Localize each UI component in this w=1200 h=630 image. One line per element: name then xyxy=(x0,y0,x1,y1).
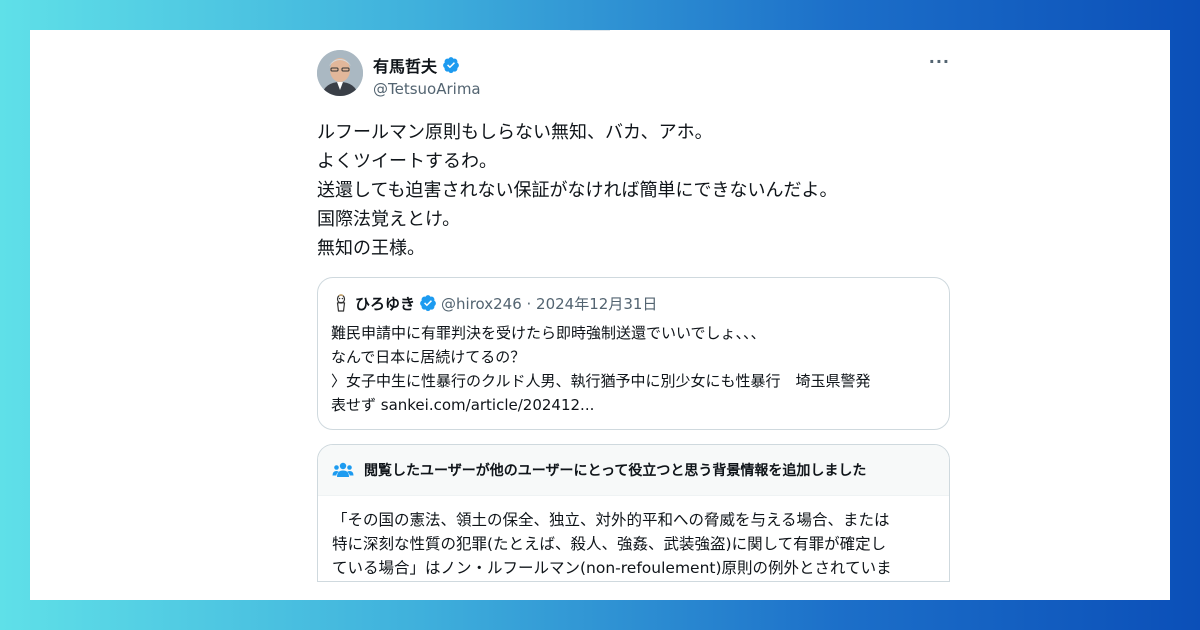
quoted-author-name[interactable]: ひろゆき xyxy=(355,293,415,314)
note-text-line: 「その国の憲法、領土の保全、独立、対外的平和への脅威を与える場合、または xyxy=(332,511,890,529)
note-text-line: ている場合」はノン・ルフールマン(non-refoulement)原則の例外とさ… xyxy=(332,559,892,577)
author-handle[interactable]: @TetsuoArima xyxy=(373,80,481,98)
tweet-text-line: 送還しても迫害されない保証がなければ簡単にできないんだよ。 xyxy=(317,180,838,201)
tweet: 有馬哲夫 @TetsuoArima ··· ルフールマン原則もしらない無知、バカ… xyxy=(317,50,950,582)
quoted-tweet-header: ひろゆき @hirox246 · 2024年12月31日 xyxy=(331,291,936,315)
tweet-text-line: 無知の王様。 xyxy=(317,238,425,259)
more-options-icon[interactable]: ··· xyxy=(929,52,950,71)
quoted-text-line: 表せず sankei.com/article/202412... xyxy=(331,396,595,414)
screenshot-card: 有馬哲夫 @TetsuoArima ··· ルフールマン原則もしらない無知、バカ… xyxy=(30,30,1170,600)
community-note[interactable]: 閲覧したユーザーが他のユーザーにとって役立つと思う背景情報を追加しました 「その… xyxy=(317,444,950,582)
quoted-tweet-meta[interactable]: @hirox246 · 2024年12月31日 xyxy=(441,293,657,314)
quoted-tweet[interactable]: ひろゆき @hirox246 · 2024年12月31日 難民申請中に有罪判決を… xyxy=(317,277,950,430)
tweet-text-line: 国際法覚えとけ。 xyxy=(317,209,461,230)
tweet-text-line: ルフールマン原則もしらない無知、バカ、アホ。 xyxy=(317,122,713,143)
quoted-text-line: なんで日本に居続けてるの？ xyxy=(331,348,526,366)
community-note-header: 閲覧したユーザーが他のユーザーにとって役立つと思う背景情報を追加しました xyxy=(318,445,949,496)
author-name[interactable]: 有馬哲夫 xyxy=(373,53,437,77)
community-note-body: 「その国の憲法、領土の保全、独立、対外的平和への脅威を与える場合、または 特に深… xyxy=(318,496,949,580)
author-names: 有馬哲夫 @TetsuoArima xyxy=(373,53,481,98)
tweet-text-line: よくツイートするわ。 xyxy=(317,151,497,172)
tweet-text: ルフールマン原則もしらない無知、バカ、アホ。 よくツイートするわ。 送還しても迫… xyxy=(317,118,950,263)
quoted-tweet-text: 難民申請中に有罪判決を受けたら即時強制送還でいいでしょ、、、 なんで日本に居続け… xyxy=(331,321,936,417)
quoted-text-line: 難民申請中に有罪判決を受けたら即時強制送還でいいでしょ、、、 xyxy=(331,324,766,342)
quoted-author-avatar[interactable] xyxy=(331,293,351,313)
divider xyxy=(570,30,610,35)
note-text-line: 特に深刻な性質の犯罪(たとえば、殺人、強姦、武装強盗)に関して有罪が確定し xyxy=(332,535,887,553)
verified-badge-icon xyxy=(419,294,437,312)
community-note-title: 閲覧したユーザーが他のユーザーにとって役立つと思う背景情報を追加しました xyxy=(364,463,867,479)
tweet-header: 有馬哲夫 @TetsuoArima ··· xyxy=(317,50,950,104)
community-notes-icon xyxy=(332,461,354,479)
author-name-row: 有馬哲夫 xyxy=(373,53,481,77)
quoted-text-line: 〉女子中生に性暴行のクルド人男、執行猶予中に別少女にも性暴行 埼玉県警発 xyxy=(331,372,871,390)
author-avatar[interactable] xyxy=(317,50,363,96)
verified-badge-icon xyxy=(442,56,460,74)
